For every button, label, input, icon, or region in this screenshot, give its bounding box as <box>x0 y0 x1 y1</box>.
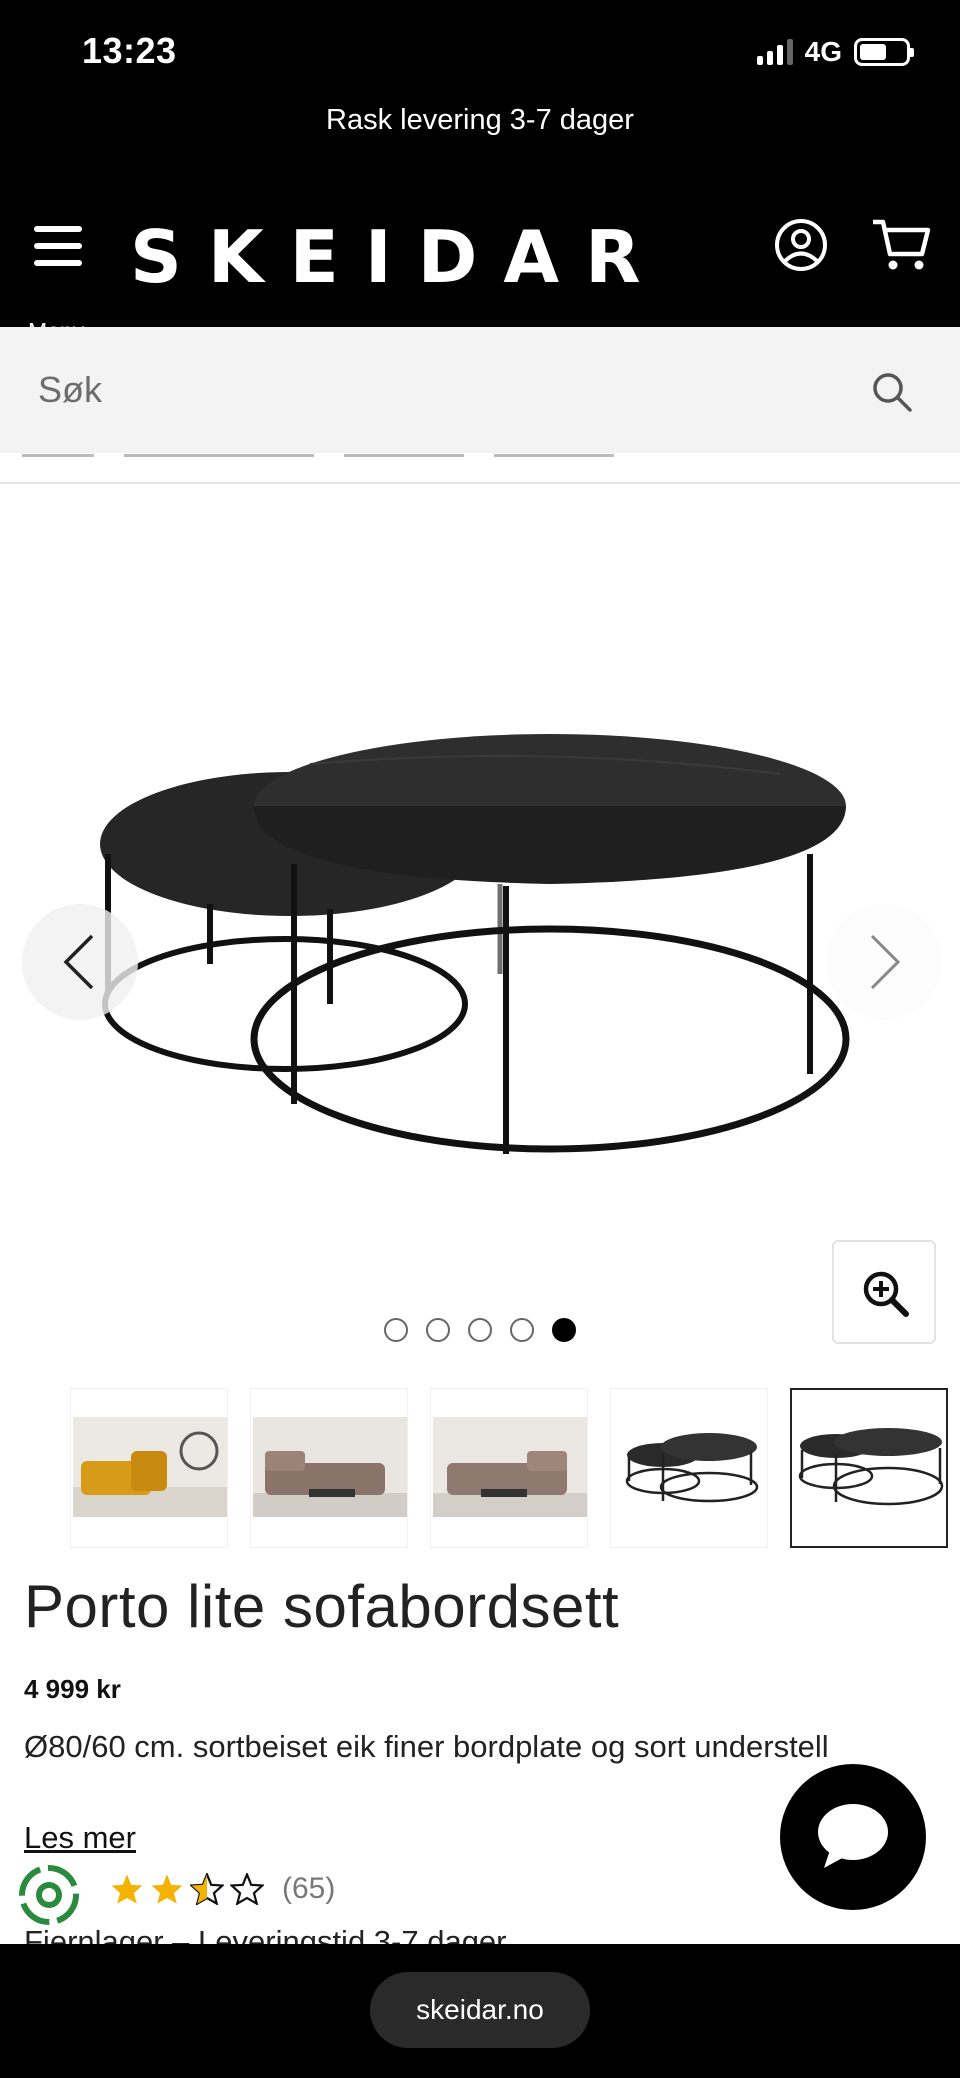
rating[interactable]: (65) <box>110 1872 335 1906</box>
slide-dot[interactable] <box>426 1318 450 1342</box>
address-bar[interactable]: skeidar.no <box>370 1972 590 2048</box>
zoom-in-icon <box>863 1271 909 1317</box>
product-price: 4 999 kr <box>24 1674 121 1704</box>
slide-indicator <box>384 1318 576 1342</box>
slide-dot[interactable] <box>384 1318 408 1342</box>
product-image <box>100 734 850 1154</box>
hamburger-icon <box>34 226 82 277</box>
promo-banner: Rask levering 3-7 dager <box>0 100 960 180</box>
search-bar <box>0 327 960 453</box>
next-image-button[interactable] <box>826 904 942 1020</box>
cart-icon[interactable] <box>870 216 932 274</box>
browser-toolbar: skeidar.no <box>0 1944 960 2078</box>
stock-status: Fjernlager – Leveringstid 3-7 dager <box>24 1926 924 1944</box>
menu-button[interactable]: Meny <box>26 220 96 344</box>
chat-button[interactable] <box>780 1764 926 1910</box>
slide-dot-active[interactable] <box>552 1318 576 1342</box>
star-full-icon <box>111 1874 143 1904</box>
star-half-icon <box>190 1873 224 1905</box>
product-title: Porto lite sofabordsett <box>24 1573 620 1640</box>
chevron-right-icon <box>870 934 901 990</box>
status-time: 13:23 <box>82 30 177 71</box>
logo[interactable]: SKEIDAR <box>130 215 667 299</box>
star-empty-icon <box>230 1873 264 1905</box>
product-description: Ø80/60 cm. sortbeiset eik finer bordplat… <box>24 1729 829 1764</box>
thumbnail-active[interactable] <box>790 1388 948 1548</box>
status-bar: 13:23 4G <box>0 0 960 100</box>
battery-icon <box>854 38 914 66</box>
account-icon[interactable] <box>774 218 828 272</box>
star-full-icon <box>151 1874 183 1904</box>
thumbnail[interactable] <box>610 1388 768 1548</box>
thumbnail[interactable] <box>70 1388 228 1548</box>
status-indicators: 4G <box>756 36 914 68</box>
network-label: 4G <box>804 36 842 67</box>
slide-dot[interactable] <box>468 1318 492 1342</box>
search-input[interactable] <box>0 327 860 453</box>
chat-bubble-icon <box>818 1804 888 1868</box>
chevron-left-icon <box>63 934 94 990</box>
thumbnail-strip <box>70 1388 960 1548</box>
eco-badge-icon[interactable] <box>14 1860 84 1930</box>
breadcrumb <box>22 444 960 458</box>
signal-icon <box>756 39 793 65</box>
thumbnail[interactable] <box>430 1388 588 1548</box>
search-icon[interactable] <box>870 370 914 414</box>
stock-text: Fjernlager – Leveringstid 3-7 dager <box>24 1926 507 1944</box>
site-header: Meny SKEIDAR <box>0 180 960 344</box>
zoom-button[interactable] <box>832 1240 936 1344</box>
review-count: (65) <box>282 1872 336 1905</box>
slide-dot[interactable] <box>510 1318 534 1342</box>
previous-image-button[interactable] <box>22 904 138 1020</box>
thumbnail[interactable] <box>250 1388 408 1548</box>
product-gallery <box>0 484 960 1364</box>
read-more-link[interactable]: Les mer <box>24 1820 136 1856</box>
